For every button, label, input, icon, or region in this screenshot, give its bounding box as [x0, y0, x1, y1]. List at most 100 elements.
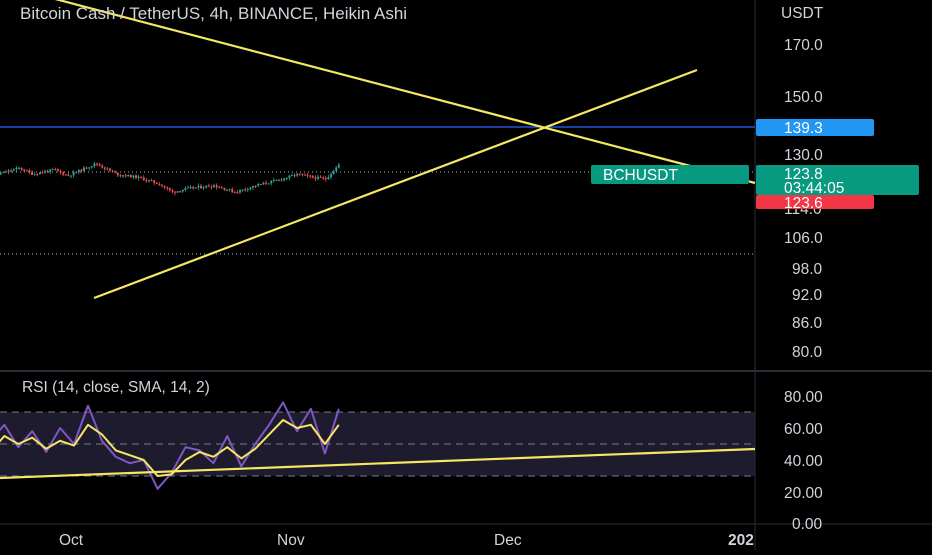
candle-body-100 [236, 192, 239, 194]
price-tick-130: 130.0 [784, 147, 823, 164]
candle-body-70 [158, 183, 161, 186]
candle-body-20 [28, 170, 31, 173]
time-label-oct: Oct [59, 532, 84, 549]
candle-body-82 [189, 186, 192, 188]
candle-body-59 [129, 174, 132, 178]
candle-body-112 [267, 183, 270, 185]
candle-body-98 [231, 189, 234, 193]
rsi-title: RSI (14, close, SMA, 14, 2) [22, 379, 210, 396]
candle-body-15 [15, 167, 18, 170]
candle-body-125 [301, 173, 304, 175]
candle-body-61 [135, 175, 137, 179]
candle-body-135 [327, 177, 330, 180]
candle-body-85 [197, 185, 200, 188]
candle-body-32 [59, 170, 62, 173]
candle-body-110 [262, 182, 265, 185]
candle-body-99 [233, 192, 236, 194]
time-label-dec: Dec [494, 532, 522, 549]
candle-body-26 [44, 171, 46, 173]
candle-body-49 [103, 167, 106, 169]
candle-body-65 [145, 180, 148, 182]
candle-body-13 [10, 170, 13, 172]
candle-body-74 [168, 188, 171, 191]
price-tick-80: 80.0 [792, 344, 823, 361]
candle-body-46 [96, 163, 98, 165]
candle-body-80 [184, 187, 187, 190]
candle-body-44 [90, 166, 93, 168]
candle-body-37 [72, 172, 75, 176]
candle-body-128 [309, 175, 312, 177]
price-tick-86: 86.0 [792, 315, 823, 332]
candle-body-77 [176, 191, 179, 193]
rsi-tick-20: 20.00 [784, 485, 823, 502]
candle-body-111 [265, 182, 267, 184]
bid-price-label: 123.6 [784, 195, 823, 212]
candle-body-45 [93, 163, 96, 167]
candle-body-51 [109, 168, 111, 171]
candle-body-60 [132, 175, 135, 178]
candle-body-96 [226, 189, 228, 191]
candle-body-66 [148, 180, 150, 182]
candle-body-63 [140, 176, 143, 178]
candle-body-107 [254, 185, 257, 187]
candle-body-24 [38, 172, 41, 175]
candle-body-87 [202, 187, 205, 189]
candle-body-103 [244, 189, 247, 191]
candle-body-132 [319, 176, 322, 178]
candle-body-34 [64, 174, 67, 176]
candle-body-54 [116, 172, 119, 176]
candle-body-25 [41, 172, 44, 174]
candle-body-138 [335, 167, 338, 172]
candle-body-108 [257, 184, 260, 186]
candle-body-31 [57, 169, 59, 171]
candle-body-76 [174, 191, 176, 193]
candle-body-9 [0, 173, 2, 175]
candle-body-106 [252, 185, 254, 188]
candle-body-95 [223, 187, 226, 190]
candle-body-69 [155, 182, 158, 184]
candle-body-62 [137, 176, 140, 179]
candle-body-89 [207, 185, 210, 187]
horizontal-price-label: 139.3 [784, 120, 823, 137]
chart-root[interactable]: Bitcoin Cash / TetherUS, 4h, BINANCE, He… [0, 0, 932, 550]
candle-body-115 [275, 180, 278, 182]
price-tick-170: 170.0 [784, 37, 823, 54]
candle-body-90 [210, 186, 213, 188]
candle-body-102 [241, 189, 244, 191]
candle-body-28 [49, 169, 52, 172]
candle-body-93 [218, 187, 221, 189]
candle-body-29 [51, 169, 54, 171]
candle-body-23 [36, 174, 39, 176]
candle-body-16 [18, 167, 20, 169]
rsi-tick-0: 0.00 [792, 516, 823, 533]
candle-body-94 [220, 187, 223, 189]
price-tick-150: 150.0 [784, 89, 823, 106]
candle-body-39 [77, 169, 80, 173]
rsi-tick-60: 60.00 [784, 421, 823, 438]
candle-body-78 [179, 191, 182, 193]
price-tick-106: 106.0 [784, 230, 823, 247]
candle-body-57 [124, 175, 127, 177]
candle-body-48 [101, 165, 104, 168]
candle-body-10 [2, 171, 5, 174]
candle-body-130 [314, 177, 317, 179]
symbol-label: BCHUSDT [603, 167, 678, 184]
candle-body-97 [228, 189, 231, 191]
chart-svg[interactable]: Bitcoin Cash / TetherUS, 4h, BINANCE, He… [0, 0, 932, 550]
candle-body-73 [166, 187, 169, 189]
chart-title: Bitcoin Cash / TetherUS, 4h, BINANCE, He… [20, 4, 407, 23]
candle-body-117 [280, 179, 283, 181]
rsi-tick-80: 80.00 [784, 389, 823, 406]
candle-body-72 [163, 186, 166, 188]
candle-body-84 [194, 187, 197, 189]
candle-body-38 [75, 172, 78, 174]
candle-body-27 [46, 171, 49, 173]
candle-body-136 [330, 173, 332, 178]
candle-body-21 [31, 172, 33, 175]
candle-body-113 [270, 180, 273, 184]
candle-body-40 [80, 169, 83, 171]
candle-body-88 [205, 185, 208, 188]
candle-body-18 [23, 169, 26, 171]
candle-body-43 [88, 167, 91, 169]
candle-body-101 [239, 189, 241, 193]
